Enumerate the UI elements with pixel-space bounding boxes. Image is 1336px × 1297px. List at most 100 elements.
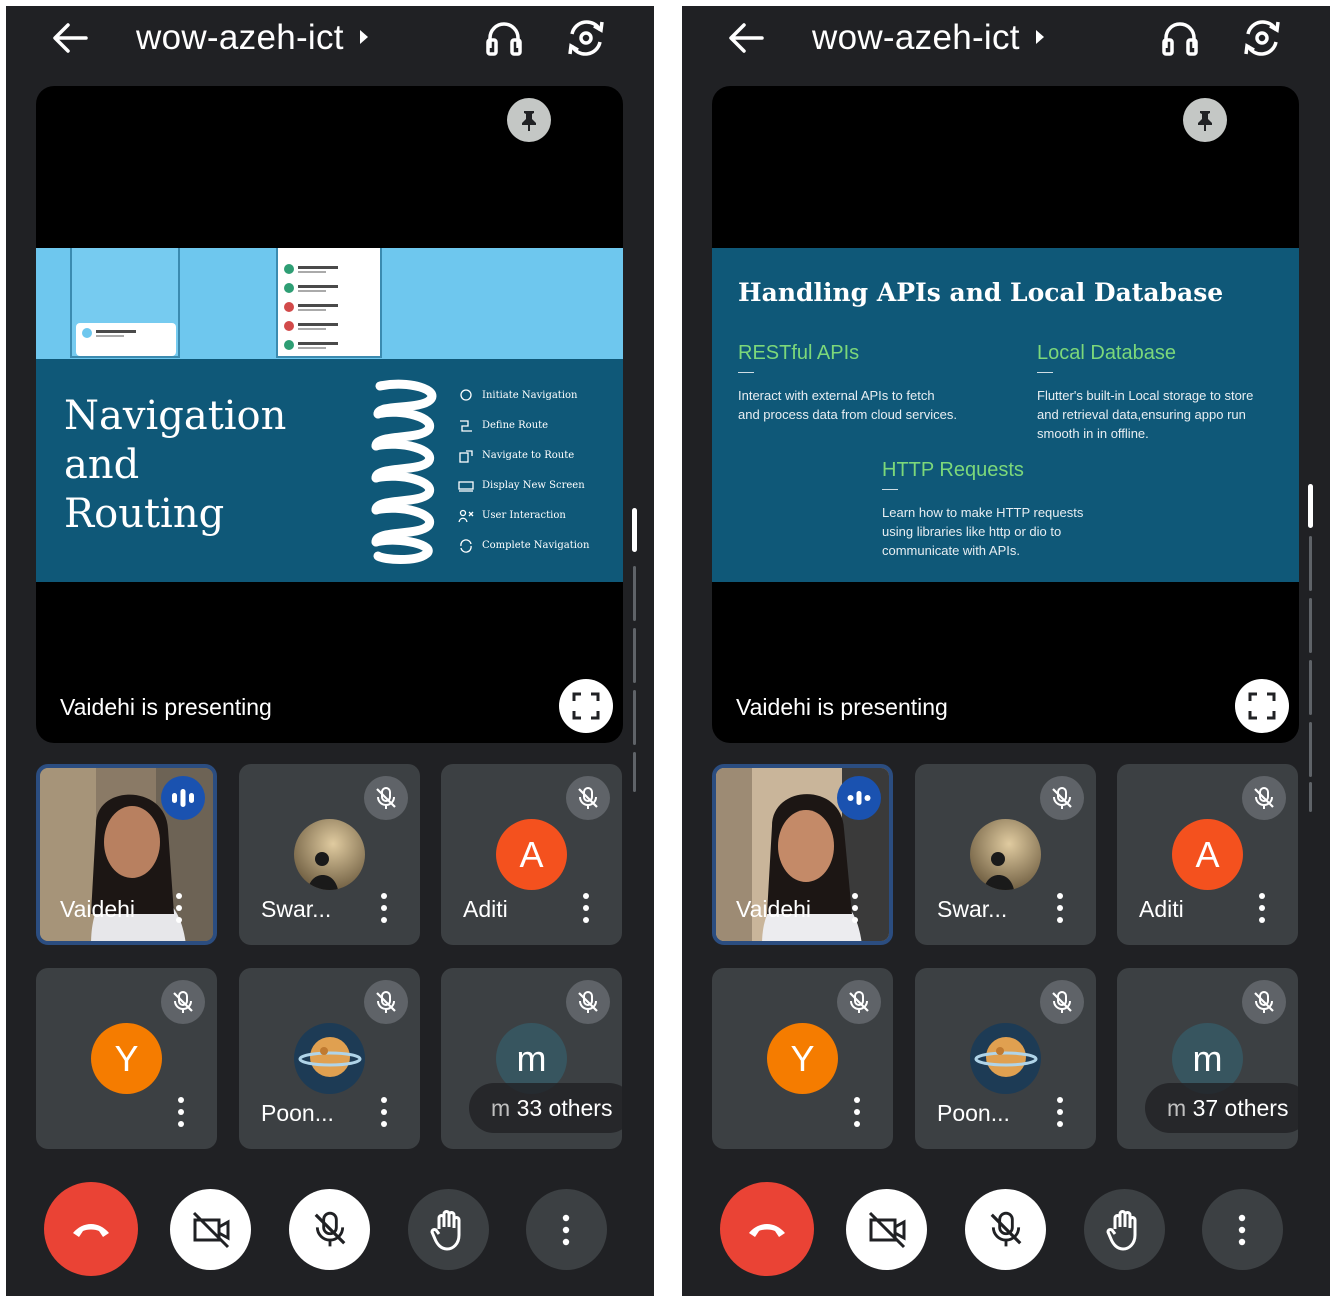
more-vert-icon — [1238, 1214, 1246, 1246]
arrow-left-icon[interactable] — [726, 20, 764, 56]
mic-off-icon — [314, 1211, 346, 1247]
participant-tile-swar[interactable]: Swar... — [239, 764, 420, 945]
meeting-code: wow-azeh-ict — [812, 18, 1020, 57]
mic-toggle-button[interactable] — [289, 1189, 370, 1270]
arrow-left-icon[interactable] — [50, 20, 88, 56]
mic-off-icon — [578, 991, 598, 1013]
participant-tile-others[interactable]: m m 33 others — [441, 968, 622, 1149]
caret-right-icon — [1035, 29, 1044, 44]
participant-tile-vaidehi[interactable]: Vaidehi — [36, 764, 217, 945]
mic-off-icon — [173, 991, 193, 1013]
step-item: User Interaction — [456, 506, 623, 536]
others-count-pill[interactable]: m 37 others — [1145, 1083, 1298, 1133]
participant-more-button[interactable] — [1054, 893, 1066, 925]
end-call-button[interactable] — [720, 1182, 814, 1276]
participant-tile-swar[interactable]: Swar... — [915, 764, 1096, 945]
participant-tile-others[interactable]: m m 37 others — [1117, 968, 1298, 1149]
speaking-indicator — [161, 776, 205, 820]
avatar: Y — [767, 1023, 838, 1094]
mic-toggle-button[interactable] — [965, 1189, 1046, 1270]
others-count-pill[interactable]: m 33 others — [469, 1083, 622, 1133]
spring-graphic — [371, 379, 437, 564]
mockup-card — [76, 323, 176, 356]
participant-more-button[interactable] — [851, 1097, 863, 1129]
shared-slide: Navigation and Routing Initiate Navigati… — [36, 248, 623, 582]
mic-off-icon — [990, 1211, 1022, 1247]
slide-title: Handling APIs and Local Database — [738, 278, 1224, 307]
participant-more-button[interactable] — [175, 1097, 187, 1129]
participant-more-button[interactable] — [173, 893, 185, 925]
muted-indicator — [566, 980, 610, 1024]
participant-more-button[interactable] — [580, 893, 592, 925]
camera-toggle-button[interactable] — [170, 1189, 251, 1270]
step-item: Initiate Navigation — [456, 386, 623, 416]
participant-tile-y[interactable]: Y — [36, 968, 217, 1149]
more-vert-icon — [562, 1214, 570, 1246]
participant-name: Poon... — [261, 1100, 334, 1126]
muted-indicator — [1040, 776, 1084, 820]
step-item: Navigate to Route — [456, 446, 623, 476]
pin-button[interactable] — [1183, 98, 1227, 142]
flip-camera-icon[interactable] — [564, 16, 608, 60]
avatar — [294, 1023, 365, 1094]
end-call-button[interactable] — [44, 1182, 138, 1276]
participant-more-button[interactable] — [1054, 1097, 1066, 1129]
participant-more-button[interactable] — [849, 893, 861, 925]
participant-tile-poon[interactable]: Poon... — [915, 968, 1096, 1149]
scrollbar[interactable] — [1308, 484, 1313, 814]
phone-mockup-image — [70, 248, 180, 358]
scrollbar-segment — [633, 690, 636, 745]
headphones-icon[interactable] — [484, 18, 524, 58]
section-divider — [882, 489, 898, 490]
raise-hand-button[interactable] — [408, 1189, 489, 1270]
participant-tile-aditi[interactable]: A Aditi — [1117, 764, 1298, 945]
navigation-steps: Initiate Navigation Define Route Navigat… — [456, 386, 623, 566]
scrollbar-segment — [1309, 536, 1312, 591]
participant-tile-poon[interactable]: Poon... — [239, 968, 420, 1149]
presenting-label: Vaidehi is presenting — [60, 694, 272, 720]
participant-more-button[interactable] — [378, 893, 390, 925]
others-count: 37 others — [1192, 1095, 1289, 1121]
step-icon — [460, 539, 472, 553]
step-icon — [460, 389, 472, 401]
section-body: Learn how to make HTTP requests using li… — [882, 505, 1084, 558]
participant-more-button[interactable] — [1256, 893, 1268, 925]
flip-camera-icon[interactable] — [1240, 16, 1284, 60]
shared-slide: Handling APIs and Local Database RESTful… — [712, 248, 1299, 582]
scrollbar-segment — [1309, 782, 1312, 812]
raise-hand-icon — [430, 1210, 461, 1251]
meeting-code-button[interactable]: wow-azeh-ict — [136, 14, 368, 62]
meet-screen-left: wow-azeh-ict Navigation and Routing Init… — [6, 6, 654, 1296]
participant-name: Poon... — [937, 1100, 1010, 1126]
scrollbar-thumb[interactable] — [1308, 484, 1313, 528]
mic-off-icon — [578, 787, 598, 809]
muted-indicator — [1242, 776, 1286, 820]
participant-tile-aditi[interactable]: A Aditi — [441, 764, 622, 945]
presentation-stage[interactable]: Handling APIs and Local Database RESTful… — [712, 86, 1299, 743]
fullscreen-button[interactable] — [559, 679, 613, 733]
participant-tile-y[interactable]: Y — [712, 968, 893, 1149]
mic-off-icon — [849, 991, 869, 1013]
scrollbar-segment — [633, 628, 636, 683]
raise-hand-button[interactable] — [1084, 1189, 1165, 1270]
scrollbar[interactable] — [632, 506, 637, 796]
call-end-icon — [749, 1224, 785, 1237]
more-options-button[interactable] — [1202, 1189, 1283, 1270]
participant-more-button[interactable] — [378, 1097, 390, 1129]
top-bar: wow-azeh-ict — [6, 6, 654, 70]
step-icon — [460, 420, 472, 432]
presentation-stage[interactable]: Navigation and Routing Initiate Navigati… — [36, 86, 623, 743]
muted-indicator — [161, 980, 205, 1024]
camera-toggle-button[interactable] — [846, 1189, 927, 1270]
fullscreen-button[interactable] — [1235, 679, 1289, 733]
more-options-button[interactable] — [526, 1189, 607, 1270]
participant-name: Aditi — [463, 896, 508, 922]
step-item: Complete Navigation — [456, 536, 623, 566]
scrollbar-thumb[interactable] — [632, 508, 637, 552]
pin-button[interactable] — [507, 98, 551, 142]
raise-hand-icon — [1106, 1210, 1137, 1251]
meeting-code-button[interactable]: wow-azeh-ict — [812, 14, 1044, 62]
fullscreen-icon — [1248, 692, 1276, 720]
participant-tile-vaidehi[interactable]: Vaidehi — [712, 764, 893, 945]
headphones-icon[interactable] — [1160, 18, 1200, 58]
